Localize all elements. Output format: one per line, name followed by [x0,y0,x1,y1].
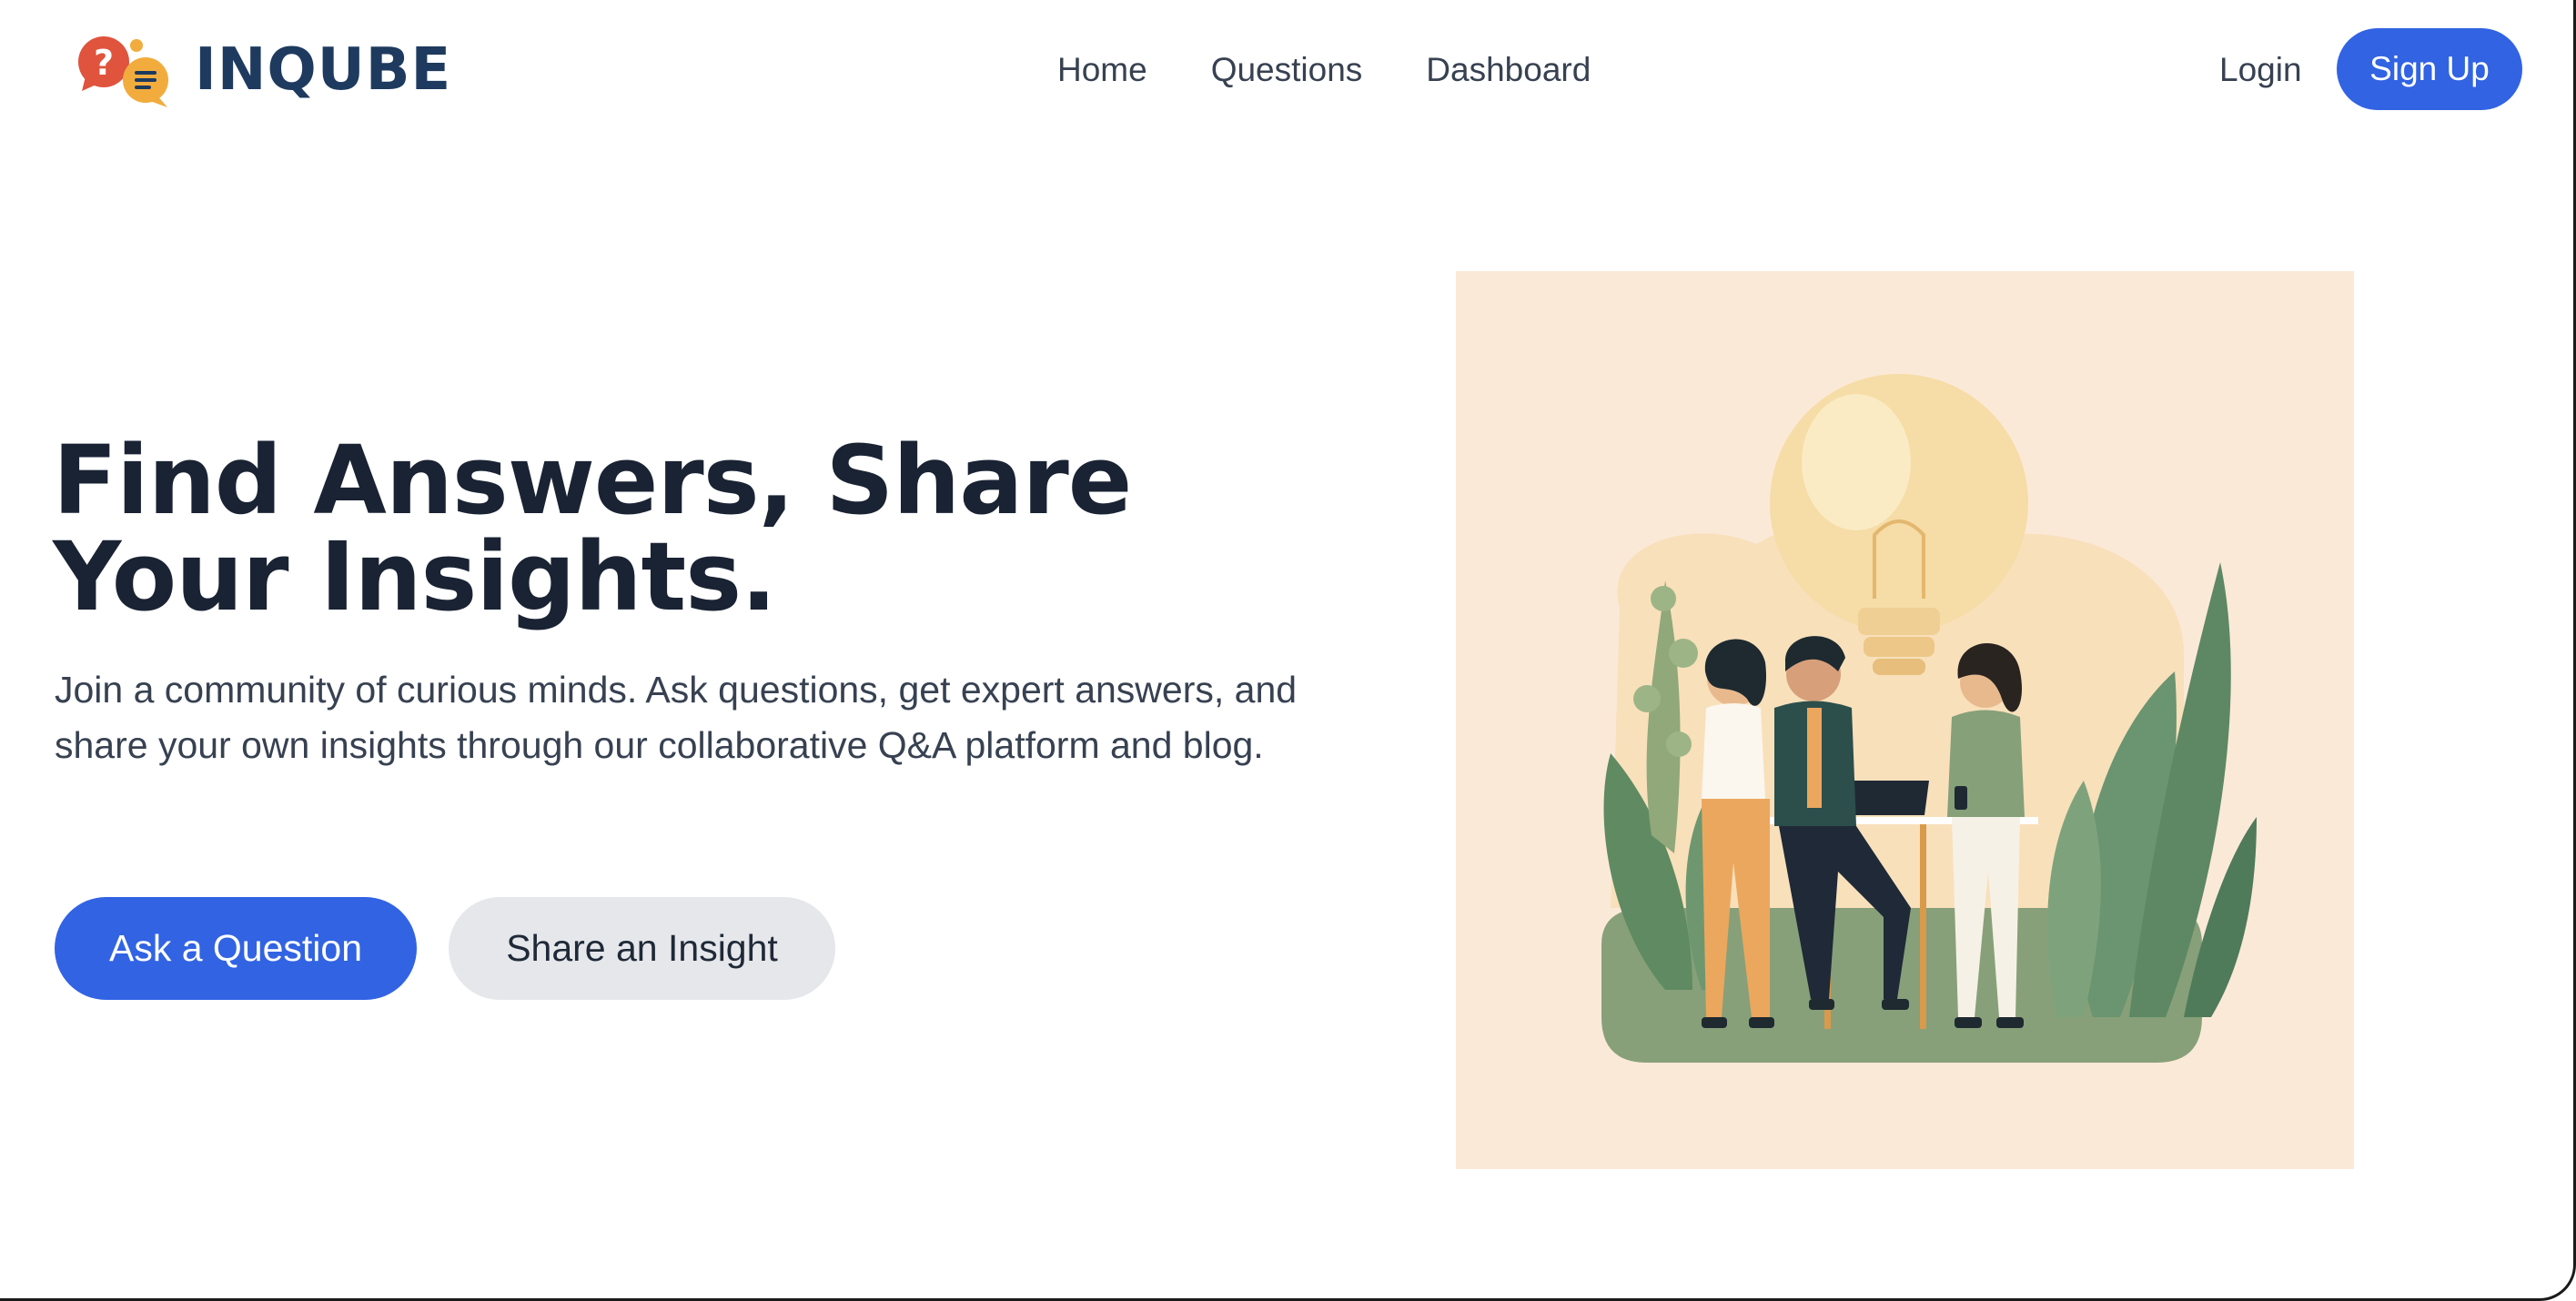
nav-questions-link[interactable]: Questions [1211,45,1363,95]
svg-text:?: ? [94,43,114,83]
team-lightbulb-illustration [1601,374,2257,1063]
hero-illustration [1456,271,2354,1169]
brand-logo[interactable]: ? INQUBE [76,31,451,109]
hero-subtext: Join a community of curious minds. Ask q… [55,669,1298,766]
share-insight-button[interactable]: Share an Insight [449,897,835,1000]
login-link[interactable]: Login [2219,45,2302,95]
site-header: ? INQUBE Home Questions Dashboard Login … [0,0,2573,141]
ask-question-button[interactable]: Ask a Question [55,897,417,1000]
signup-button[interactable]: Sign Up [2337,28,2522,110]
main-nav: Home Questions Dashboard [1057,45,1654,95]
hero-headline: Find Answers, Share Your Insights. [53,425,1132,632]
nav-home-link[interactable]: Home [1057,45,1147,95]
brand-name: INQUBE [195,36,452,104]
chat-bubbles-question-icon: ? [76,31,177,109]
nav-dashboard-link[interactable]: Dashboard [1426,45,1591,95]
page: ? INQUBE Home Questions Dashboard Login … [0,0,2576,1301]
